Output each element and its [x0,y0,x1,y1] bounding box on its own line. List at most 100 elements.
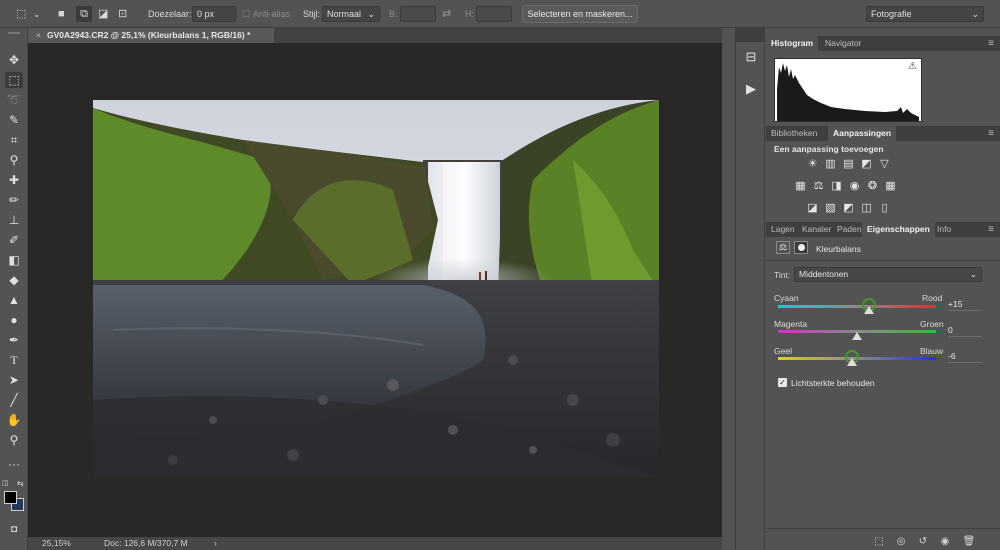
height-label: H: [465,9,474,19]
threshold-icon[interactable]: ◩ [842,202,855,215]
tab-libraries[interactable]: Bibliotheken [766,126,822,141]
yellow-blue-slider-thumb[interactable] [847,358,858,366]
tone-select[interactable]: Middentonen ⌄ [794,267,982,282]
histogram-curve [777,63,919,121]
color-lookup-icon[interactable]: ▦ [884,180,897,193]
histogram-graph: ⚠ [774,58,922,122]
feather-label: Doezelaar: [148,9,192,19]
pen-tool-icon[interactable]: ✒ [5,332,23,348]
view-previous-state-icon[interactable]: ◎ [894,536,908,548]
height-input[interactable] [476,6,512,22]
actions-play-icon[interactable]: ▶ [742,80,760,98]
vibrance-icon[interactable]: ▽ [878,158,891,171]
magenta-green-slider-thumb[interactable] [852,332,862,340]
more-tools-icon[interactable]: ··· [5,456,23,472]
dodge-tool-icon[interactable]: ● [5,312,23,328]
quick-mask-icon[interactable]: ◘ [5,522,23,538]
black-white-icon[interactable]: ◨ [830,180,843,193]
exposure-icon[interactable]: ◩ [860,158,873,171]
magenta-green-value[interactable]: 0 [948,324,982,337]
tab-adjustments[interactable]: Aanpassingen [828,126,897,141]
eyedropper-tool-icon[interactable]: ⚲ [5,152,23,168]
type-tool-icon[interactable]: T [5,352,23,368]
close-tab-icon[interactable]: × [36,30,41,40]
yellow-blue-value[interactable]: -6 [948,350,982,363]
add-to-selection-icon[interactable]: ⧉ [76,6,92,22]
layer-mask-icon[interactable] [794,241,808,254]
intersect-selection-icon[interactable]: ⊡ [118,6,127,22]
tab-channels[interactable]: Kanaler [797,222,836,237]
marquee-preset-icon[interactable]: ⬚ [16,6,26,22]
right-panel-stack: Histogram Navigator ≡ ⚠ Bibliotheken Aan… [766,28,1000,550]
eraser-tool-icon[interactable]: ◧ [5,252,23,268]
visibility-eye-icon[interactable]: ◉ [938,536,952,548]
cyan-red-slider-track[interactable] [778,305,936,308]
quick-selection-tool-icon[interactable]: ✎ [5,112,23,128]
subtract-selection-icon[interactable]: ◪ [98,6,108,22]
panel-menu-icon[interactable]: ≡ [988,126,994,141]
crop-tool-icon[interactable]: ⌗ [5,132,23,148]
cyan-red-value[interactable]: +15 [948,298,982,311]
tab-info[interactable]: Info [932,222,956,237]
levels-icon[interactable]: ▥ [824,158,837,171]
hue-saturation-icon[interactable]: ▦ [794,180,807,193]
tab-navigator[interactable]: Navigator [820,36,866,51]
canvas-area[interactable] [28,43,722,537]
brush-tool-icon[interactable]: ✏ [5,192,23,208]
new-selection-icon[interactable]: ■ [58,6,65,22]
photo-filter-icon[interactable]: ◉ [848,180,861,193]
properties-tabs: Lagen Kanaler Paden Eigenschappen Info ≡ [766,222,1000,237]
history-brush-tool-icon[interactable]: ✐ [5,232,23,248]
color-balance-icon[interactable]: ⚖ [812,180,825,193]
delete-trash-icon[interactable]: 🗑 [962,536,976,548]
blur-tool-icon[interactable]: ▲ [5,292,23,308]
zoom-tool-icon[interactable]: ⚲ [5,432,23,448]
histogram-warning-icon[interactable]: ⚠ [908,61,917,72]
invert-icon[interactable]: ◪ [806,202,819,215]
swap-width-height-icon[interactable]: ⇄ [442,6,451,22]
lasso-tool-icon[interactable]: ➰ [5,92,23,108]
width-label: B: [389,9,398,19]
width-input[interactable] [400,6,436,22]
panel-menu-icon[interactable]: ≡ [988,36,994,51]
history-panel-icon[interactable]: ⊟ [742,48,760,66]
posterize-icon[interactable]: ▧ [824,202,837,215]
cyan-red-slider-thumb[interactable] [863,306,874,314]
channel-mixer-icon[interactable]: ❂ [866,180,879,193]
feather-input[interactable]: 0 px [192,6,236,22]
status-menu-arrow-icon[interactable]: › [214,537,217,550]
options-bar: ⬚ ⌄ ■ ⧉ ◪ ⊡ Doezelaar: 0 px ☐ Anti-alias… [0,0,1000,28]
document-image[interactable] [93,100,659,477]
clip-to-layer-icon[interactable]: ⬚ [872,536,886,548]
curves-icon[interactable]: ▤ [842,158,855,171]
hand-tool-icon[interactable]: ✋ [5,412,23,428]
workspace-select[interactable]: Fotografie ⌄ [866,6,984,22]
document-tab[interactable]: × GV0A2943.CR2 @ 25,1% (Kleurbalans 1, RG… [28,28,274,43]
move-tool-icon[interactable]: ✥ [5,52,23,68]
toolbar-grip[interactable] [8,32,20,34]
zoom-level[interactable]: 25,15% [42,537,71,550]
line-tool-icon[interactable]: ╱ [5,392,23,408]
panel-menu-icon[interactable]: ≡ [988,222,994,237]
path-selection-tool-icon[interactable]: ➤ [5,372,23,388]
gradient-map-icon[interactable]: ▯ [878,202,891,215]
rectangular-marquee-tool-icon[interactable]: ⬚ [5,72,23,88]
antialias-checkbox[interactable]: ☐ [242,6,250,22]
tab-properties[interactable]: Eigenschappen [862,222,935,237]
paint-bucket-tool-icon[interactable]: ◆ [5,272,23,288]
dock-header[interactable] [736,28,764,42]
preserve-luminosity-checkbox[interactable]: ✓ [778,378,787,387]
tab-histogram[interactable]: Histogram [766,36,819,51]
swap-colors-icon[interactable]: ⇆ [17,479,24,488]
default-colors-icon[interactable]: ◫ [2,479,9,487]
yellow-label: Geel [774,346,792,356]
clone-stamp-tool-icon[interactable]: ⊥ [5,212,23,228]
healing-brush-tool-icon[interactable]: ✚ [5,172,23,188]
brightness-contrast-icon[interactable]: ☀ [806,158,819,171]
selective-color-icon[interactable]: ◫ [860,202,873,215]
preset-dropdown-chevron-icon[interactable]: ⌄ [33,6,41,22]
tab-layers[interactable]: Lagen [766,222,800,237]
reset-icon[interactable]: ↺ [916,536,930,548]
select-and-mask-button[interactable]: Selecteren en maskeren... [522,5,638,23]
style-select[interactable]: Normaal ⌄ [322,6,380,22]
